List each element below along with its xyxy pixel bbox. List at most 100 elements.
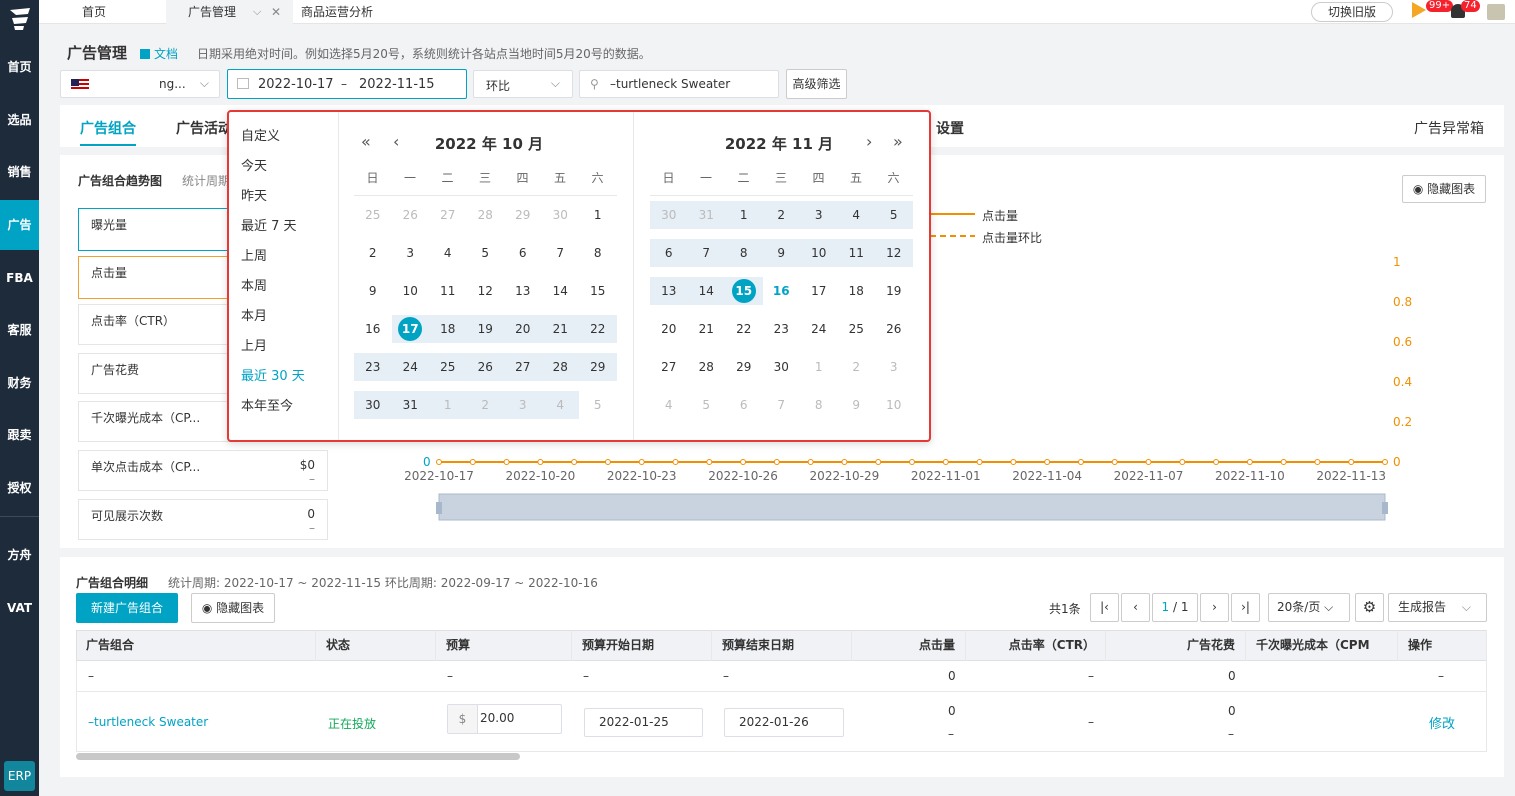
left-day[interactable]: 4 — [429, 239, 467, 267]
right-day[interactable]: 13 — [650, 277, 688, 305]
preset-5[interactable]: 本周 — [241, 275, 267, 294]
right-day[interactable]: 9 — [762, 239, 800, 267]
left-day[interactable]: 27 — [504, 353, 542, 381]
prev-month-icon[interactable]: ‹ — [393, 132, 399, 151]
page-indicator[interactable]: 1 / 1 — [1152, 593, 1198, 622]
budget-input[interactable]: $ 20.00 — [447, 704, 562, 734]
right-day[interactable]: 16 — [763, 277, 801, 305]
right-day[interactable]: 5 — [688, 391, 726, 419]
column-header[interactable]: 预算结束日期 — [712, 630, 852, 661]
column-header[interactable]: 预算开始日期 — [572, 630, 712, 661]
left-day[interactable]: 28 — [467, 201, 505, 229]
sidebar-item-home[interactable]: 首页 — [0, 42, 39, 92]
left-day[interactable]: 31 — [391, 391, 429, 419]
left-day[interactable]: 17 — [391, 315, 429, 343]
left-day[interactable]: 2 — [354, 239, 392, 267]
left-day[interactable]: 13 — [504, 277, 542, 305]
right-day[interactable]: 21 — [688, 315, 726, 343]
hide-chart-button[interactable]: ◉ 隐藏图表 — [1402, 175, 1486, 203]
portfolio-name-link[interactable]: –turtleneck Sweater — [88, 715, 208, 729]
right-day[interactable]: 23 — [763, 315, 801, 343]
left-day[interactable]: 1 — [429, 391, 467, 419]
right-day[interactable]: 22 — [725, 315, 763, 343]
right-day[interactable]: 20 — [650, 315, 688, 343]
right-day[interactable]: 26 — [875, 315, 913, 343]
preset-4[interactable]: 上周 — [241, 245, 267, 264]
edit-link[interactable]: 修改 — [1429, 713, 1455, 732]
right-day[interactable]: 12 — [875, 239, 913, 267]
right-day[interactable]: 30 — [650, 201, 688, 229]
next-month-icon[interactable]: › — [866, 132, 872, 151]
left-day[interactable]: 30 — [542, 201, 580, 229]
left-day[interactable]: 5 — [467, 239, 505, 267]
left-day[interactable]: 24 — [391, 353, 429, 381]
left-day[interactable]: 23 — [354, 353, 392, 381]
close-icon[interactable]: ✕ — [271, 0, 281, 24]
date-range-input[interactable]: 2022-10-17 – 2022-11-15 — [227, 69, 467, 99]
column-header[interactable]: 广告花费 — [1106, 630, 1246, 661]
right-day[interactable]: 3 — [875, 353, 913, 381]
left-day[interactable]: 5 — [579, 391, 617, 419]
preset-1[interactable]: 今天 — [241, 155, 267, 174]
right-day[interactable]: 29 — [725, 353, 763, 381]
left-day[interactable]: 1 — [579, 201, 617, 229]
first-page-icon[interactable]: |‹ — [1090, 593, 1119, 622]
avatar[interactable] — [1487, 4, 1505, 20]
prev-year-icon[interactable]: « — [361, 132, 371, 151]
sidebar-item-product-selection[interactable]: 选品 — [0, 95, 39, 145]
sidebar-item-authorization[interactable]: 授权 — [0, 463, 39, 513]
sidebar-item-ads[interactable]: 广告 — [0, 200, 39, 250]
chevron-down-icon[interactable]: ⌵ — [253, 0, 261, 24]
right-day[interactable]: 8 — [800, 391, 838, 419]
doc-link[interactable]: 文档 — [140, 45, 178, 62]
left-day[interactable]: 15 — [579, 277, 617, 305]
per-page-select[interactable]: 20条/页 ⌵ — [1268, 593, 1350, 622]
right-day[interactable]: 27 — [650, 353, 688, 381]
right-day[interactable]: 11 — [837, 239, 875, 267]
next-page-icon[interactable]: › — [1200, 593, 1229, 622]
right-day[interactable]: 15 — [725, 277, 763, 305]
right-day[interactable]: 6 — [725, 391, 763, 419]
left-day[interactable]: 26 — [392, 201, 430, 229]
tab-product-analysis[interactable]: 商品运营分析 — [301, 0, 373, 24]
right-day[interactable]: 6 — [650, 239, 688, 267]
column-header[interactable]: 点击率（CTR） — [966, 630, 1106, 661]
left-day[interactable]: 19 — [466, 315, 504, 343]
hide-chart-button-2[interactable]: ◉ 隐藏图表 — [191, 593, 275, 623]
right-day[interactable]: 4 — [650, 391, 688, 419]
column-header[interactable]: 点击量 — [852, 630, 966, 661]
erp-button[interactable]: ERP — [4, 761, 35, 791]
right-day[interactable]: 10 — [800, 239, 838, 267]
sidebar-item-sales[interactable]: 销售 — [0, 147, 39, 197]
left-day[interactable]: 4 — [541, 391, 579, 419]
left-day[interactable]: 9 — [354, 277, 392, 305]
left-day[interactable]: 25 — [429, 353, 467, 381]
budget-end-date-input[interactable]: 2022-01-26 — [724, 708, 844, 737]
sidebar-item-ark[interactable]: 方舟 — [0, 530, 39, 580]
right-day[interactable]: 19 — [875, 277, 913, 305]
tab-settings[interactable]: 设置 — [936, 118, 964, 138]
left-day[interactable]: 30 — [354, 391, 392, 419]
tab-portfolio[interactable]: 广告组合 — [80, 118, 136, 138]
right-day[interactable]: 8 — [725, 239, 763, 267]
left-day[interactable]: 6 — [504, 239, 542, 267]
right-day[interactable]: 31 — [687, 201, 725, 229]
generate-report-button[interactable]: 生成报告 ⌵ — [1388, 593, 1487, 622]
left-day[interactable]: 11 — [429, 277, 467, 305]
left-day[interactable]: 20 — [504, 315, 542, 343]
left-day[interactable]: 14 — [542, 277, 580, 305]
tab-home[interactable]: 首页 — [82, 0, 106, 24]
right-day[interactable]: 18 — [838, 277, 876, 305]
last-page-icon[interactable]: ›| — [1231, 593, 1260, 622]
left-day[interactable]: 22 — [579, 315, 617, 343]
preset-8[interactable]: 最近 30 天 — [241, 365, 305, 384]
preset-9[interactable]: 本年至今 — [241, 395, 293, 414]
left-day[interactable]: 16 — [354, 315, 392, 343]
right-day[interactable]: 17 — [800, 277, 838, 305]
right-day[interactable]: 2 — [838, 353, 876, 381]
preset-2[interactable]: 昨天 — [241, 185, 267, 204]
left-day[interactable]: 8 — [579, 239, 617, 267]
right-day[interactable]: 7 — [763, 391, 801, 419]
right-day[interactable]: 28 — [688, 353, 726, 381]
sidebar-item-finance[interactable]: 财务 — [0, 358, 39, 408]
